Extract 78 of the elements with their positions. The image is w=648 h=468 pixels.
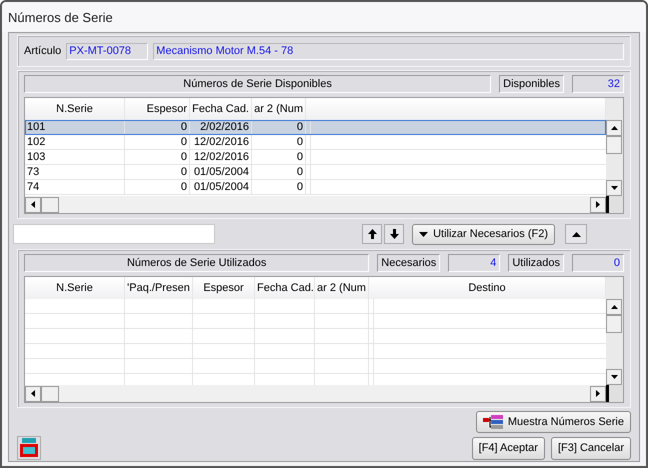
- scroll-down-button[interactable]: [606, 369, 622, 385]
- table-cell: 101: [25, 120, 125, 134]
- table-row[interactable]: 74 0 01/05/2004 0: [25, 180, 606, 195]
- move-up-button[interactable]: [362, 224, 382, 244]
- tree-icon: [482, 415, 503, 429]
- table-cell: 2/02/2016: [190, 120, 252, 134]
- article-description-field: Mecanismo Motor M.54 - 78: [153, 42, 624, 60]
- caret-down-icon: [610, 186, 618, 190]
- scroll-thumb[interactable]: [41, 386, 59, 402]
- app-icon[interactable]: [17, 436, 41, 460]
- caret-down-icon: [610, 375, 618, 379]
- table-row[interactable]: 103 0 12/02/2016 0: [25, 150, 606, 165]
- needed-value: 4: [448, 254, 500, 272]
- table-cell: 0: [125, 180, 190, 194]
- scroll-up-button[interactable]: [606, 299, 622, 315]
- use-needed-button[interactable]: Utilizar Necesarios (F2): [412, 224, 555, 244]
- resize-grip[interactable]: [606, 196, 623, 213]
- table-cell: 12/02/2016: [190, 135, 252, 149]
- count-value: 32: [572, 75, 624, 93]
- table-cell: 01/05/2004: [190, 180, 252, 194]
- column-header[interactable]: Espesor: [193, 277, 255, 299]
- count-label: Disponibles: [499, 75, 564, 93]
- show-serials-button[interactable]: Muestra Números Serie: [476, 411, 631, 433]
- table-row[interactable]: 102 0 12/02/2016 0: [25, 135, 606, 150]
- scroll-left-button[interactable]: [25, 386, 41, 402]
- scroll-thumb[interactable]: [41, 196, 59, 212]
- needed-label: Necesarios: [377, 254, 440, 272]
- scroll-right-button[interactable]: [590, 196, 606, 212]
- caret-up-icon: [610, 305, 618, 309]
- table-cell: 74: [25, 180, 125, 194]
- table-row[interactable]: 101 0 2/02/2016 0: [25, 120, 606, 135]
- caret-left-icon: [31, 201, 35, 208]
- table-cell: 0: [252, 180, 306, 194]
- section-title: Números de Serie Utilizados: [24, 254, 370, 272]
- caret-up-icon: [572, 232, 580, 236]
- collapse-button[interactable]: [565, 224, 587, 244]
- table-cell: 12/02/2016: [190, 150, 252, 164]
- accept-button[interactable]: [F4] Aceptar: [472, 436, 545, 460]
- table-cell: 0: [125, 165, 190, 179]
- scroll-thumb[interactable]: [606, 315, 622, 333]
- table-cell: 0: [252, 120, 306, 134]
- move-down-button[interactable]: [384, 224, 404, 244]
- caret-up-icon: [610, 126, 618, 130]
- resize-grip[interactable]: [606, 385, 623, 402]
- table-cell: 0: [252, 165, 306, 179]
- column-header[interactable]: N.Serie: [25, 277, 125, 299]
- table-cell: 01/05/2004: [190, 165, 252, 179]
- caret-down-icon: [419, 232, 428, 236]
- section-title: Números de Serie Disponibles: [24, 75, 492, 93]
- article-label: Artículo: [24, 45, 62, 57]
- scroll-right-button[interactable]: [590, 386, 606, 402]
- table-cell: 102: [25, 135, 125, 149]
- column-header[interactable]: 'Paq./Presen: [125, 277, 193, 299]
- caret-left-icon: [31, 390, 35, 397]
- table-cell: 0: [125, 120, 190, 134]
- column-header[interactable]: ar 2 (Num: [315, 277, 369, 299]
- table-row[interactable]: 73 0 01/05/2004 0: [25, 165, 606, 180]
- article-code-field: PX-MT-0078: [66, 42, 148, 60]
- caret-right-icon: [596, 201, 600, 208]
- table-cell: 0: [125, 135, 190, 149]
- used-label: Utilizados: [508, 254, 564, 272]
- caret-right-icon: [596, 390, 600, 397]
- table-cell: 73: [25, 165, 125, 179]
- arrow-up-icon: [368, 229, 377, 239]
- input-field[interactable]: [13, 224, 215, 244]
- table-cell: 0: [125, 150, 190, 164]
- table-cell: 0: [252, 150, 306, 164]
- used-value: 0: [572, 254, 624, 272]
- scroll-thumb[interactable]: [606, 136, 622, 154]
- table-cell: 103: [25, 150, 125, 164]
- window-title: Números de Serie: [8, 10, 113, 24]
- cancel-button[interactable]: [F3] Cancelar: [550, 436, 631, 460]
- scroll-up-button[interactable]: [606, 120, 622, 136]
- scroll-down-button[interactable]: [606, 180, 622, 196]
- table-cell: 0: [252, 135, 306, 149]
- arrow-down-icon: [390, 229, 399, 239]
- scroll-left-button[interactable]: [25, 196, 41, 212]
- column-header[interactable]: Fecha Cad.: [255, 277, 315, 299]
